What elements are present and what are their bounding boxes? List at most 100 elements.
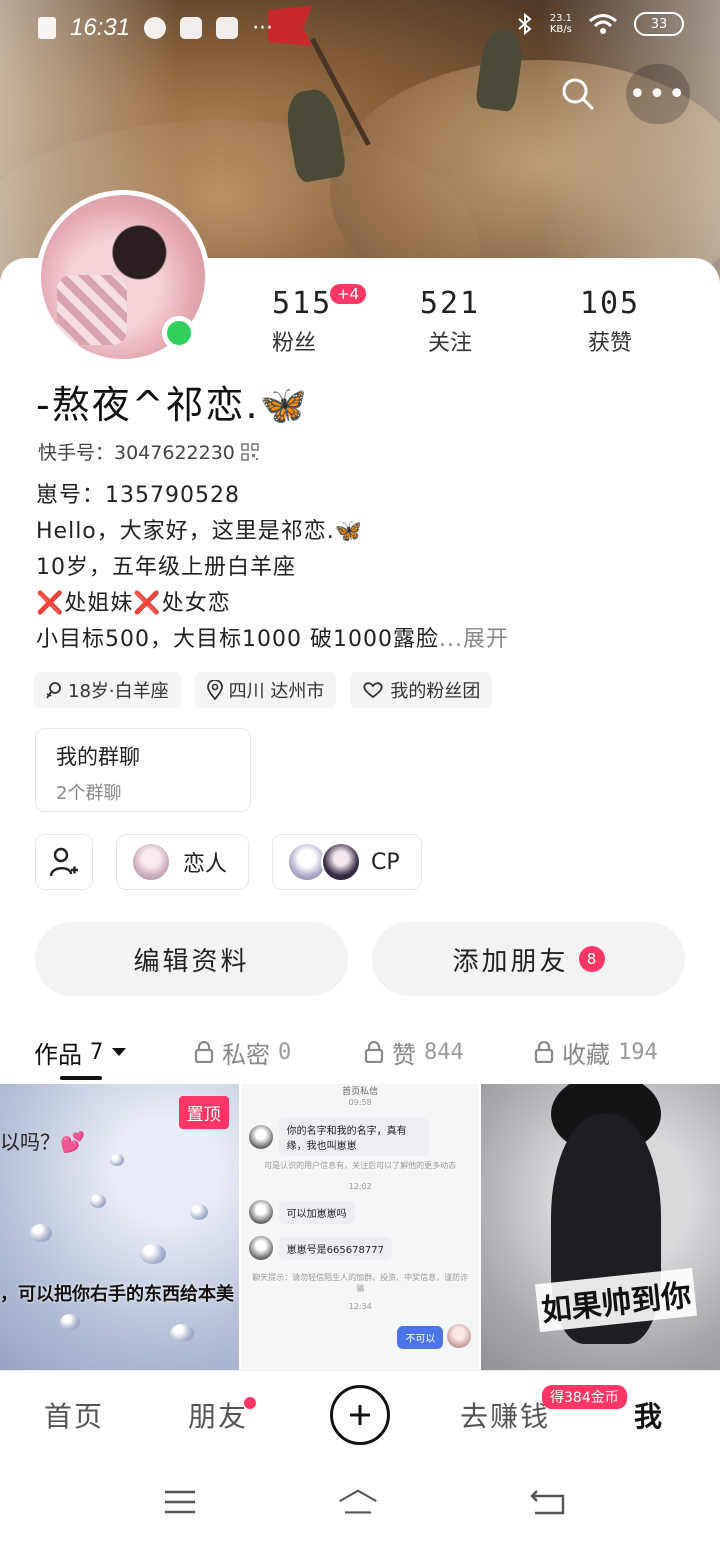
likes-label: 获赞: [587, 331, 632, 356]
nav-friends[interactable]: 朋友: [188, 1395, 248, 1435]
chat-avatar: [447, 1324, 472, 1348]
chat-screenshot-header: 首页私信: [342, 1087, 379, 1097]
back-button[interactable]: [528, 1484, 568, 1520]
water-drop: [170, 1324, 194, 1342]
tag-text: 我的粉丝团: [390, 681, 481, 702]
tag-age-zodiac[interactable]: 18岁·白羊座: [34, 672, 181, 708]
tag-fan-club[interactable]: 我的粉丝团: [350, 672, 493, 708]
menu-icon: [165, 1490, 195, 1514]
status-bar: 16:31 ··· 23.1 KB/s 33: [0, 0, 720, 56]
battery-indicator: 33: [634, 12, 684, 36]
stat-following[interactable]: 521 关注: [370, 286, 530, 357]
search-button[interactable]: [548, 64, 608, 124]
tab-count: 194: [618, 1039, 658, 1065]
lock-icon: [194, 1041, 214, 1063]
gender-icon: [46, 682, 61, 699]
bio-line: 崽号：135790528: [36, 483, 240, 508]
more-options-button[interactable]: •••: [626, 64, 690, 124]
work-thumbnail[interactable]: 以吗？💕 ，可以把你右手的东西给本美 置顶: [0, 1084, 239, 1370]
fan-club-icon: [363, 682, 383, 699]
relation-cp[interactable]: CP: [272, 834, 422, 890]
tab-label: 赞: [392, 1040, 416, 1069]
qr-code-icon[interactable]: [241, 442, 259, 461]
avatar-pillow: [57, 275, 127, 345]
cp-avatar: [321, 842, 361, 882]
tab-count: 0: [278, 1039, 292, 1065]
group-chat-title: 我的群聊: [56, 745, 140, 769]
works-grid: 以吗？💕 ，可以把你右手的东西给本美 置顶 首页私信 09:58 你的名字和我的…: [0, 1084, 720, 1370]
message-icon: [180, 17, 203, 39]
chat-system-note: 聊天提示：请勿轻信陌生人的加群、投资、中奖信息，谨防诈骗: [252, 1273, 469, 1293]
chat-avatar: [248, 1236, 273, 1260]
edit-profile-label: 编辑资料: [133, 946, 250, 977]
earn-coins-badge: 得384金币: [542, 1385, 627, 1409]
tab-label: 收藏: [562, 1040, 610, 1069]
bio-line: 小目标500，大目标1000 破1000露脸...展开: [36, 622, 509, 658]
work-caption: ，可以把你右手的东西给本美: [0, 1284, 234, 1305]
following-count: 521: [419, 286, 481, 321]
relation-label: CP: [371, 849, 400, 875]
active-tab-indicator: [60, 1076, 102, 1080]
caret-down-icon: [112, 1048, 127, 1056]
kuaishou-id[interactable]: 快手号：3047622230: [38, 438, 259, 465]
nav-home[interactable]: 首页: [44, 1395, 104, 1435]
chat-bubble: 崽崽号是665678777: [278, 1236, 392, 1260]
bio-line: ❌处姐妹❌处女恋: [36, 591, 231, 616]
tab-private[interactable]: 私密 0: [194, 1035, 291, 1070]
add-relation-button[interactable]: [35, 834, 93, 890]
tab-favorites[interactable]: 收藏 194: [534, 1035, 658, 1070]
network-speed-unit: KB/s: [549, 24, 572, 35]
relation-lover[interactable]: 恋人: [116, 834, 249, 890]
bio-expand-link[interactable]: ...展开: [439, 627, 509, 652]
tab-count: 7: [90, 1039, 104, 1065]
chat-bubble-mine: 不可以: [397, 1326, 444, 1349]
recent-apps-button[interactable]: [160, 1484, 200, 1520]
nav-me[interactable]: 我: [634, 1395, 664, 1435]
water-drop: [60, 1314, 80, 1330]
online-status-dot: [162, 316, 196, 350]
stat-followers[interactable]: 515 粉丝 +4: [230, 284, 370, 357]
bio-line-text: 小目标500，大目标1000 破1000露脸: [36, 627, 439, 652]
add-person-icon: [49, 847, 78, 877]
bio-line: 10岁，五年级上册白羊座: [36, 555, 296, 580]
chat-bubble: 可以加崽崽吗: [278, 1200, 355, 1224]
work-thumbnail[interactable]: 首页私信 09:58 你的名字和我的名字，真有缘，我也叫崽崽 可是认识的用户信息…: [240, 1084, 480, 1370]
location-icon: [206, 680, 223, 700]
create-post-button[interactable]: [330, 1385, 390, 1445]
pinned-badge: 置顶: [178, 1096, 229, 1129]
search-icon: [562, 78, 594, 110]
nav-earn[interactable]: 去赚钱: [460, 1395, 550, 1435]
sim-icon: [38, 17, 56, 39]
bottom-navigation: 首页 朋友 去赚钱 得384金币 我: [0, 1370, 720, 1458]
profile-nickname: -熬夜^祁恋.🦋: [36, 383, 309, 427]
home-button[interactable]: [338, 1484, 378, 1520]
lock-icon: [534, 1041, 554, 1063]
water-drop: [90, 1194, 106, 1208]
system-navigation-bar: [0, 1458, 720, 1544]
app-icon: [216, 17, 239, 39]
chat-time: 09:58: [348, 1098, 372, 1107]
water-drop: [190, 1204, 208, 1220]
water-drop: [140, 1244, 166, 1264]
network-speed: 23.1 KB/s: [550, 13, 572, 35]
more-dots-icon: •••: [628, 76, 688, 112]
more-notifications-icon: ···: [252, 15, 274, 41]
chat-time: 12:34: [348, 1302, 372, 1311]
stat-likes[interactable]: 105 获赞: [530, 286, 690, 357]
tab-liked[interactable]: 赞 844: [364, 1035, 464, 1070]
water-drop: [110, 1154, 124, 1166]
tab-count: 844: [424, 1039, 464, 1065]
profile-bio[interactable]: 崽号：135790528 Hello，大家好，这里是祁恋.🦋 10岁，五年级上册…: [36, 478, 509, 658]
tab-works[interactable]: 作品 7: [34, 1035, 127, 1070]
tag-location[interactable]: 四川 达州市: [194, 672, 337, 708]
edit-profile-button[interactable]: 编辑资料: [35, 922, 348, 996]
add-friend-label: 添加朋友: [452, 946, 569, 977]
work-thumbnail[interactable]: 如果帅到你: [481, 1084, 720, 1370]
bluetooth-icon: [518, 12, 532, 36]
profile-tags: 18岁·白羊座 四川 达州市 我的粉丝团: [34, 672, 493, 708]
friends-notification-dot: [244, 1397, 256, 1409]
status-time: 16:31: [70, 14, 131, 41]
add-friend-button[interactable]: 添加朋友 8: [372, 922, 685, 996]
group-chat-card[interactable]: 我的群聊 2个群聊: [35, 728, 251, 812]
back-icon: [530, 1490, 565, 1515]
